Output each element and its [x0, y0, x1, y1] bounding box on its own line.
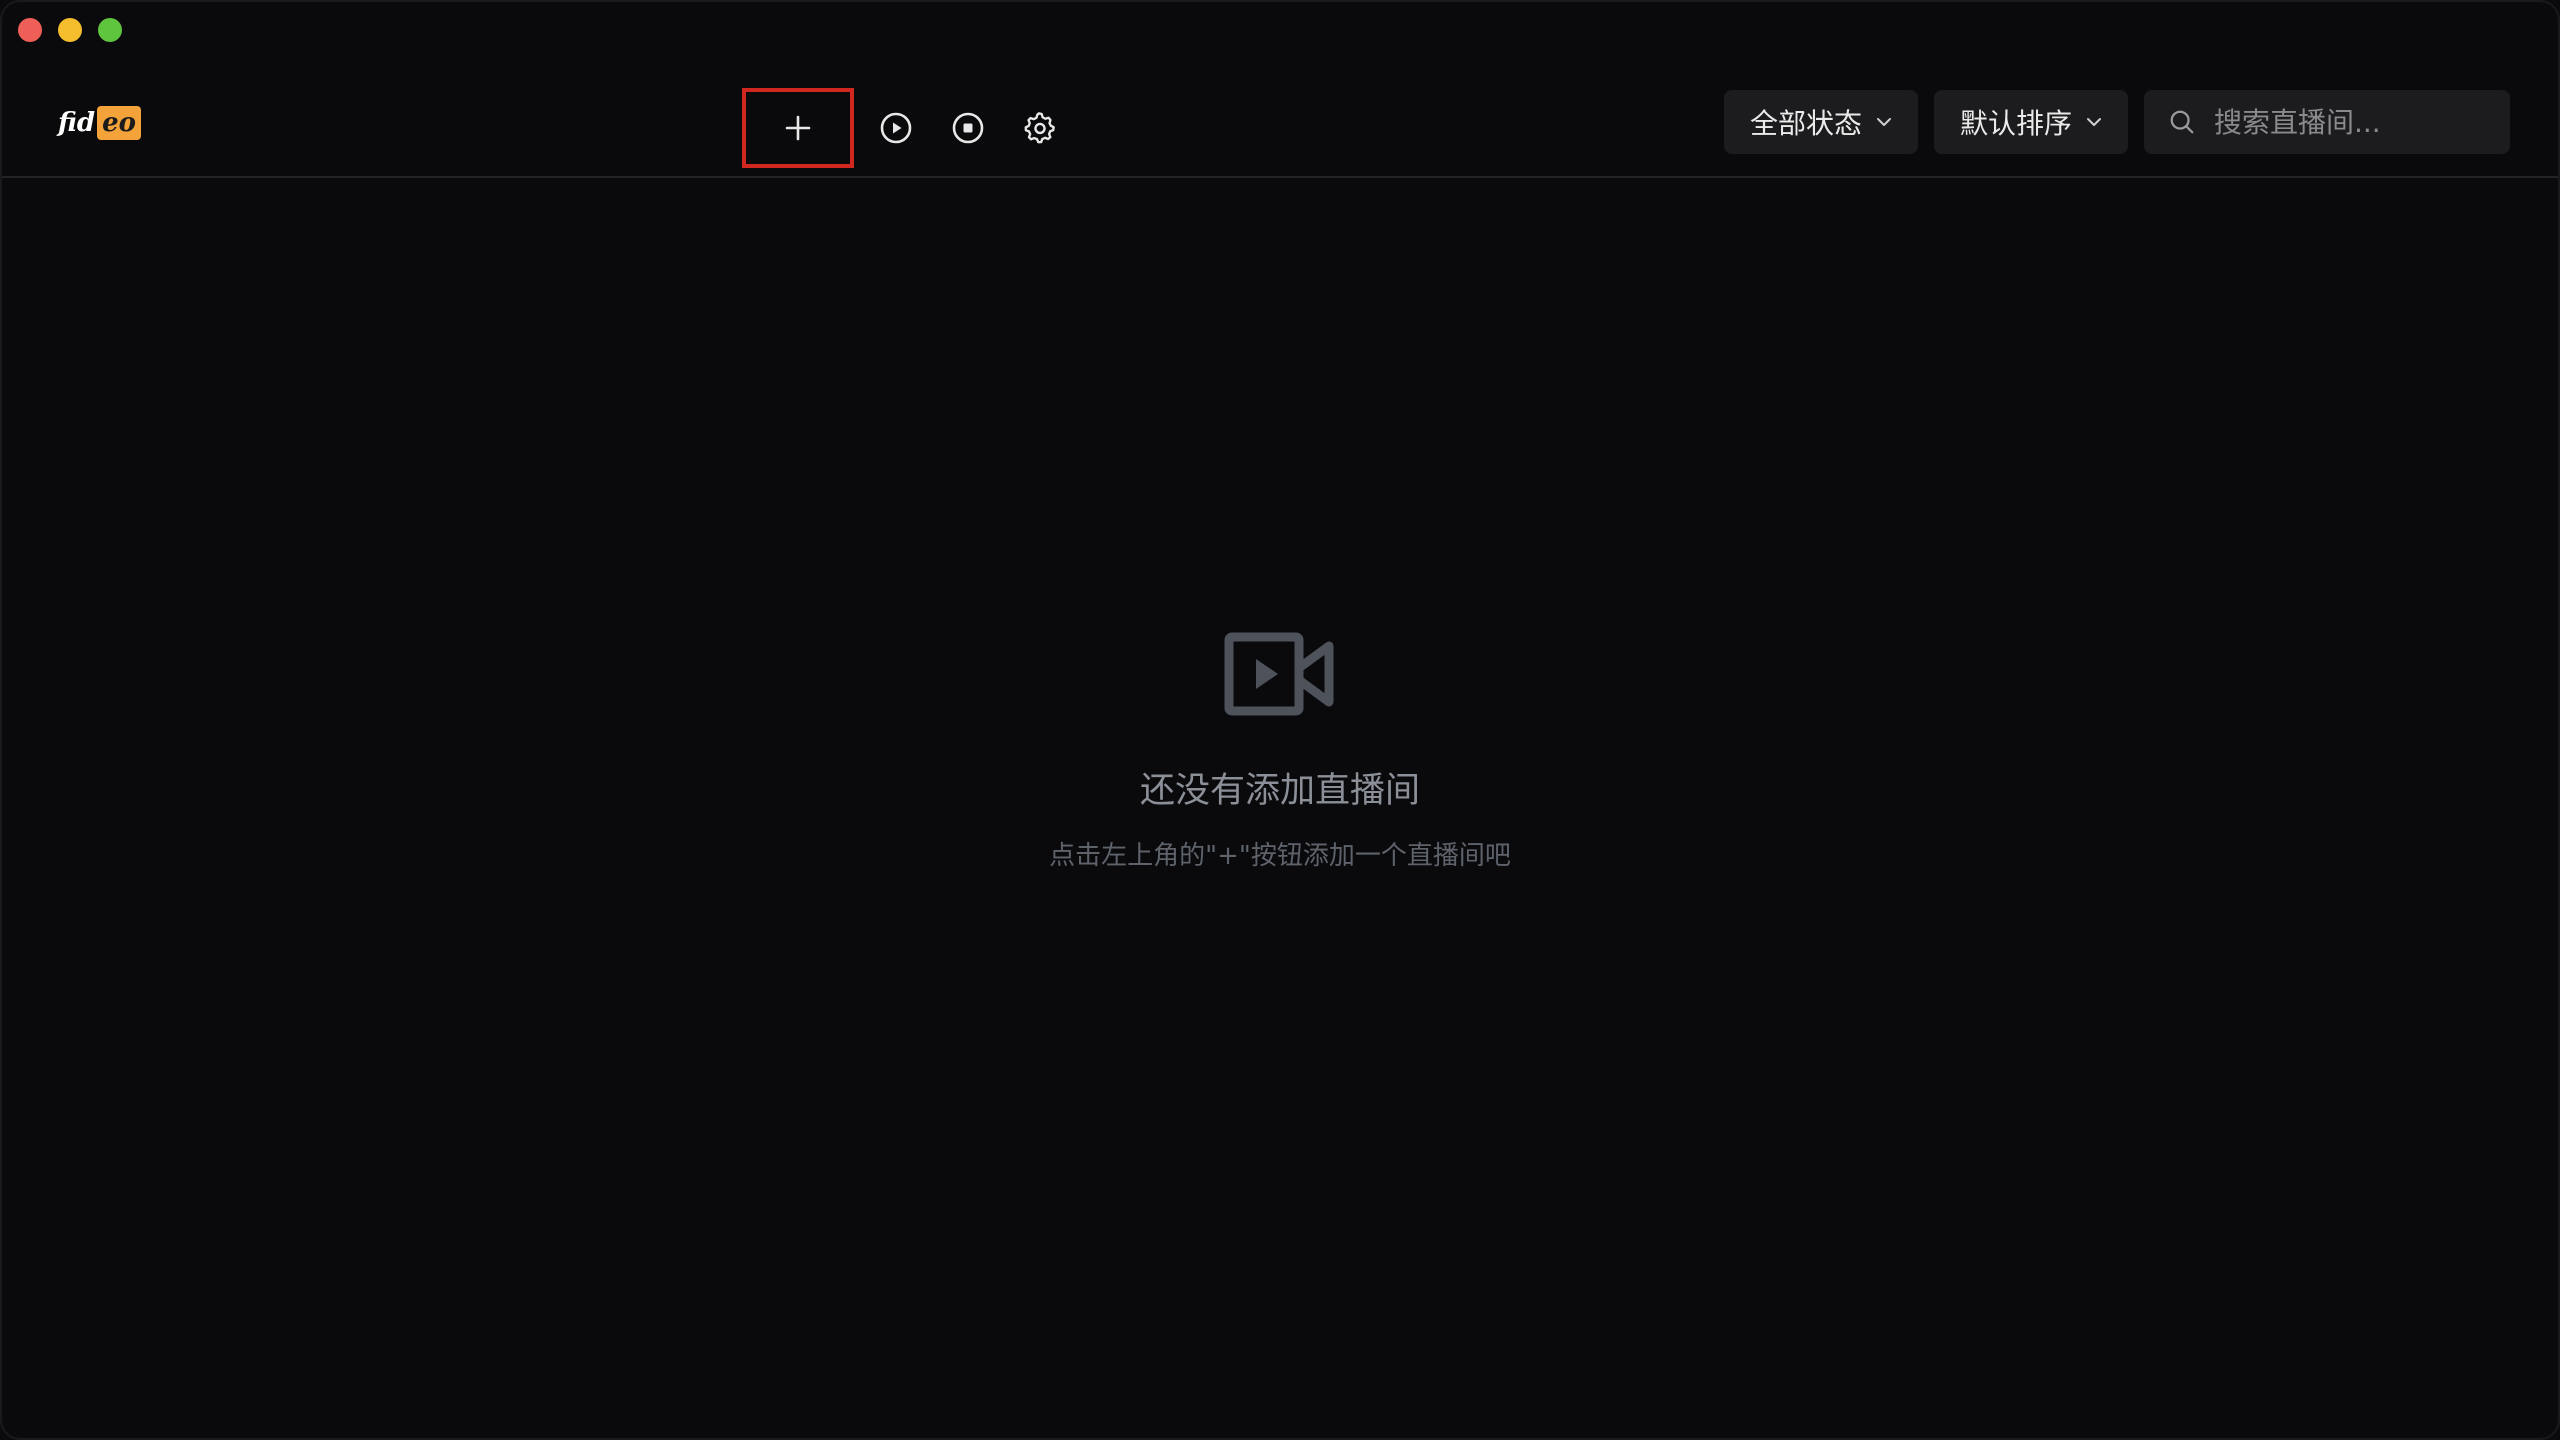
empty-state-title: 还没有添加直播间: [1139, 771, 1420, 811]
chevron-down-icon: [1876, 117, 1892, 127]
logo-text-part1: fid: [58, 108, 96, 138]
header-bar: fid eo 全部状态 默认排序 搜索直播间...: [2, 2, 2558, 178]
search-input[interactable]: [2212, 104, 2486, 140]
toolbar: [742, 88, 1076, 168]
status-filter-label: 全部状态: [1749, 107, 1862, 140]
chevron-down-icon: [2086, 117, 2102, 127]
filter-bar: 全部状态 默认排序: [1723, 90, 2510, 154]
settings-button[interactable]: [1004, 92, 1076, 164]
plus-icon: [785, 115, 811, 141]
sort-label: 默认排序: [1959, 107, 2072, 140]
app-window: fid eo 全部状态 默认排序 搜索直播间... 还没有添加直播间 点击左上角…: [0, 0, 2560, 1440]
empty-state-subtitle: 点击左上角的"+"按钮添加一个直播间吧: [1049, 841, 1511, 871]
start-all-button[interactable]: [860, 92, 932, 164]
video-camera-icon: [1224, 632, 1334, 716]
search-box[interactable]: [2144, 90, 2510, 154]
gear-icon: [1024, 112, 1055, 144]
search-icon: [2170, 110, 2194, 134]
add-room-button[interactable]: [742, 88, 854, 168]
play-circle-icon: [880, 112, 912, 144]
empty-state: 还没有添加直播间 点击左上角的"+"按钮添加一个直播间吧: [2, 632, 2558, 872]
logo-text-part2: eo: [97, 106, 141, 140]
app-logo: fid eo: [58, 106, 141, 140]
stop-circle-icon: [952, 112, 984, 144]
sort-dropdown[interactable]: 默认排序: [1933, 90, 2128, 154]
status-filter-dropdown[interactable]: 全部状态: [1723, 90, 1918, 154]
stop-all-button[interactable]: [932, 92, 1004, 164]
